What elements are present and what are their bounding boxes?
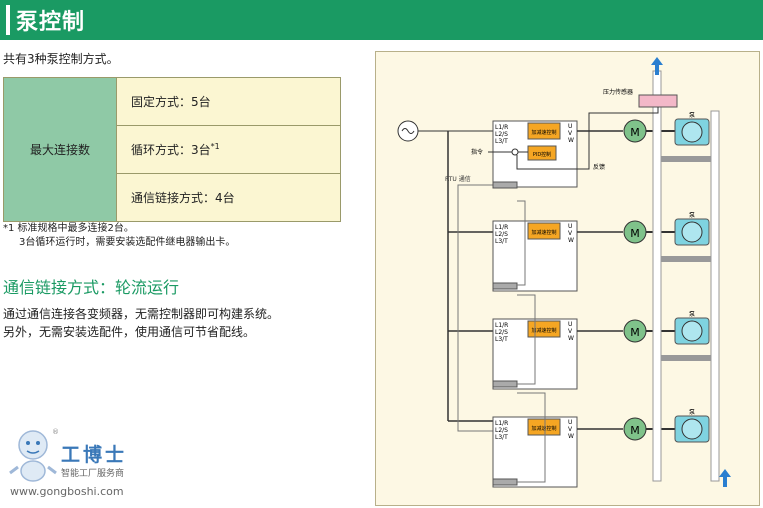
inverter-1: L1/R L2/S L3/T 加减速控制 U V W PID控制 (492, 120, 578, 189)
pump-label: 泵 (689, 212, 695, 219)
inverter-output-u: U (568, 223, 572, 230)
motor-label: M (630, 227, 640, 240)
section-para-1: 通过通信连接各变频器，无需控制器即可构建系统。 (3, 307, 280, 321)
inverter-2: L1/R L2/S L3/T 加减速控制 U V W (492, 220, 578, 292)
inverter-output-w: W (568, 433, 574, 440)
max-connections-label: 最大连接数 (3, 77, 117, 222)
pid-block-label: PID控制 (533, 151, 551, 158)
feedback-label: 反馈 (593, 163, 605, 171)
inverter-output-w: W (568, 335, 574, 342)
footnote-2: 3台循环运行时，需要安装选配件继电器输出卡。 (19, 237, 236, 248)
main-pipe-left (652, 70, 662, 482)
main-pipe-right (710, 110, 720, 482)
command-label: 指令 (471, 148, 483, 156)
motor-4: M (623, 417, 647, 441)
inverter-4: L1/R L2/S L3/T 加减速控制 U V W (492, 416, 578, 488)
spec-row-comm: 通信链接方式：4台 (116, 173, 341, 222)
spec-row-text: 循环方式：3台 (131, 143, 211, 157)
pump-label: 泵 (689, 409, 695, 416)
inverter-output-u: U (568, 123, 572, 130)
inverter-output-u: U (568, 419, 572, 426)
inverter-input-l3: L3/T (495, 434, 508, 441)
logo-name: 工博士 (61, 444, 128, 466)
logo-url: www.gongboshi.com (10, 485, 124, 498)
spec-row-text: 固定方式：5台 (131, 95, 211, 109)
accel-block-label: 加减速控制 (531, 229, 556, 236)
motor-2: M (623, 220, 647, 244)
inverter-input-l1: L1/R (495, 124, 508, 131)
inverter-input-l2: L2/S (495, 427, 508, 434)
inverter-input-l2: L2/S (495, 329, 508, 336)
page-title: 泵控制 (16, 10, 86, 35)
inverter-output-u: U (568, 321, 572, 328)
accel-block-label: 加减速控制 (531, 425, 556, 432)
inverter-input-l1: L1/R (495, 420, 508, 427)
inverter-input-l3: L3/T (495, 238, 508, 245)
spec-row-cycle: 循环方式：3台*1 (116, 125, 341, 174)
section-title: 通信链接方式：轮流运行 (3, 278, 180, 297)
spec-row-fixed: 固定方式：5台 (116, 77, 341, 126)
motor-3: M (623, 319, 647, 343)
header-accent-bar (6, 5, 10, 35)
logo-subtitle: 智能工厂服务商 (61, 469, 125, 479)
pressure-sensor-label: 压力传感器 (603, 88, 633, 96)
inverter-input-l1: L1/R (495, 224, 508, 231)
pump-system-diagram: RTU 通信 L1/R L2/S L3/T 加减速控制 U V W PID控制 … (375, 51, 760, 506)
connection-spec-table: 最大连接数 固定方式：5台 循环方式：3台*1 通信链接方式：4台 (3, 77, 341, 222)
motor-1: M (623, 119, 647, 143)
inverter-input-l1: L1/R (495, 322, 508, 329)
section-para-2: 另外，无需安装选配件，使用通信可节省配线。 (3, 325, 256, 339)
spec-row-mark: *1 (210, 142, 220, 151)
page-header: 泵控制 (0, 0, 763, 40)
motor-label: M (630, 126, 640, 139)
spec-row-text: 通信链接方式：4台 (131, 191, 235, 205)
motor-label: M (630, 424, 640, 437)
rtu-label: RTU 通信 (445, 175, 471, 183)
pressure-sensor (638, 94, 678, 108)
motor-label: M (630, 326, 640, 339)
inverter-output-w: W (568, 137, 574, 144)
accel-block-label: 加减速控制 (531, 129, 556, 136)
pump-label: 泵 (689, 112, 695, 119)
registered-mark: ® (52, 428, 59, 436)
intro-text: 共有3种泵控制方式。 (3, 52, 119, 66)
footnote-1: *1 标准规格中最多连接2台。 (3, 223, 134, 234)
inverter-input-l3: L3/T (495, 336, 508, 343)
pump-label: 泵 (689, 311, 695, 318)
inverter-input-l2: L2/S (495, 131, 508, 138)
inverter-input-l2: L2/S (495, 231, 508, 238)
inverter-input-l3: L3/T (495, 138, 508, 145)
inverter-output-w: W (568, 237, 574, 244)
